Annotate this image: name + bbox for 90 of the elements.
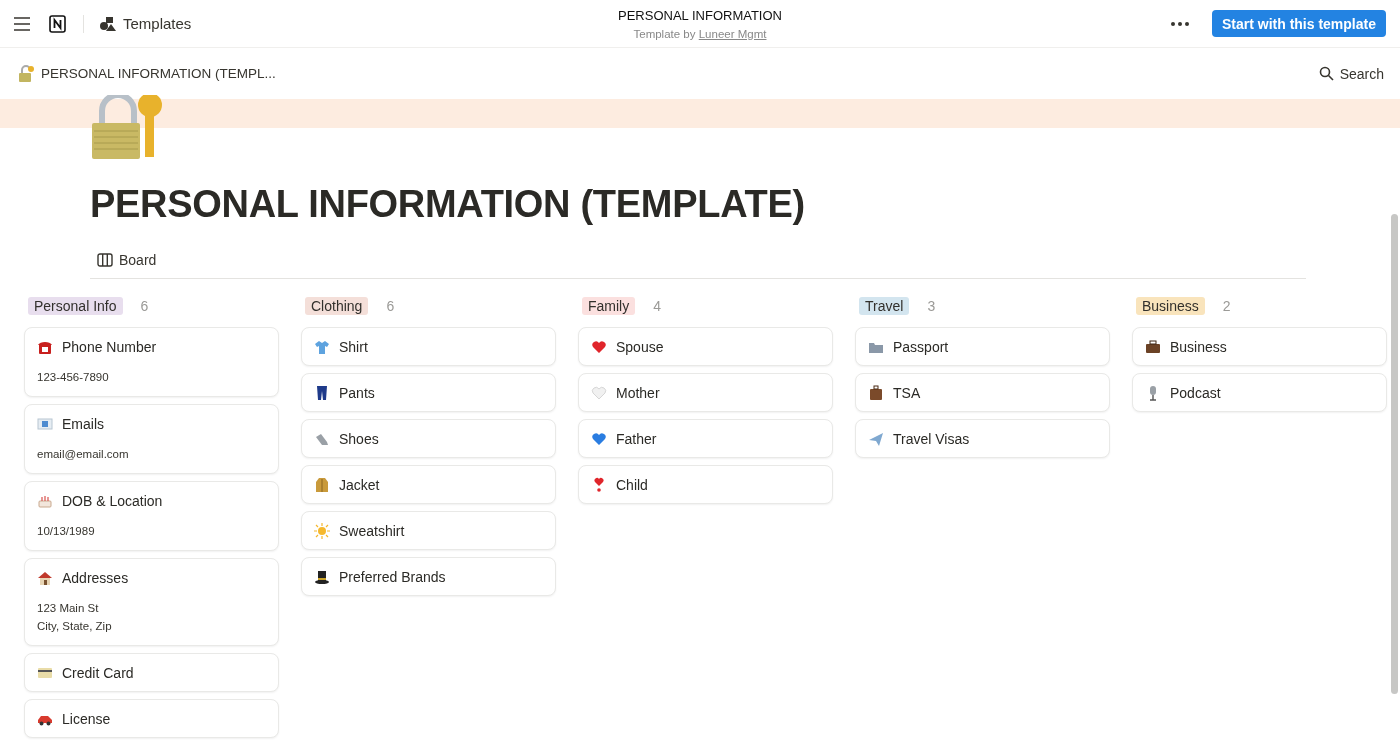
- board-card[interactable]: Spouse: [578, 327, 833, 366]
- card-title: Preferred Brands: [339, 569, 446, 585]
- board-card[interactable]: Child: [578, 465, 833, 504]
- envelope-icon: [37, 416, 53, 432]
- card-title: Phone Number: [62, 339, 157, 355]
- card-title: Father: [616, 431, 657, 447]
- credit-card-icon: [37, 665, 53, 681]
- card-title: Shirt: [339, 339, 368, 355]
- board-icon: [97, 253, 113, 267]
- suitcase-icon: [868, 385, 884, 401]
- card-title: Shoes: [339, 431, 379, 447]
- author-link[interactable]: Luneer Mgmt: [698, 28, 767, 40]
- briefcase-icon: [1145, 339, 1161, 355]
- card-title: Pants: [339, 385, 375, 401]
- start-template-button[interactable]: Start with this template: [1211, 10, 1386, 37]
- card-property: 123-456-7890: [37, 370, 110, 385]
- card-title: Travel Visas: [893, 431, 970, 447]
- board-card[interactable]: Passport: [855, 327, 1110, 366]
- card-title: Addresses: [62, 570, 129, 586]
- shapes-icon: [99, 15, 117, 32]
- group-count: 3: [927, 298, 936, 314]
- board-card[interactable]: Emails email@email.com: [24, 404, 279, 474]
- group-tag: Travel: [859, 297, 910, 315]
- card-title: Sweatshirt: [339, 523, 405, 539]
- shirt-icon: [314, 339, 330, 355]
- board-card[interactable]: Sweatshirt: [301, 511, 556, 550]
- group-tag: Clothing: [305, 297, 369, 315]
- search-button[interactable]: Search: [1318, 65, 1384, 82]
- card-title: Podcast: [1170, 385, 1221, 401]
- board-card[interactable]: Mother: [578, 373, 833, 412]
- search-icon: [1318, 66, 1334, 81]
- card-title: Mother: [616, 385, 660, 401]
- board-card[interactable]: License: [24, 699, 279, 738]
- trousers-icon: [314, 385, 330, 401]
- group-count: 6: [140, 298, 149, 314]
- logo-icon[interactable]: [48, 13, 68, 34]
- board-card[interactable]: DOB & Location 10/13/1989: [24, 481, 279, 551]
- board-card[interactable]: Pants: [301, 373, 556, 412]
- card-property: email@email.com: [37, 447, 130, 462]
- heart-exclamation-icon: [591, 477, 607, 493]
- card-title: TSA: [893, 385, 921, 401]
- coat-icon: [314, 477, 330, 493]
- board-card[interactable]: Shirt: [301, 327, 556, 366]
- card-title: Spouse: [616, 339, 664, 355]
- card-property: 123 Main St: [37, 601, 100, 616]
- card-property: 10/13/1989: [37, 524, 96, 539]
- board-card[interactable]: TSA: [855, 373, 1110, 412]
- board-card[interactable]: Podcast: [1132, 373, 1387, 412]
- breadcrumb-page[interactable]: PERSONAL INFORMATION (TEMPL...: [41, 66, 276, 81]
- board-card[interactable]: Shoes: [301, 419, 556, 458]
- cake-icon: [37, 493, 53, 509]
- card-title: Emails: [62, 416, 104, 432]
- group-tag: Personal Info: [28, 297, 123, 315]
- card-title: Business: [1170, 339, 1227, 355]
- lock-icon: [17, 64, 35, 83]
- app-title[interactable]: Templates: [123, 15, 192, 32]
- sun-icon: [314, 523, 330, 539]
- card-title: Child: [616, 477, 648, 493]
- board-card[interactable]: Credit Card: [24, 653, 279, 692]
- card-title: Credit Card: [62, 665, 134, 681]
- top-hat-icon: [314, 569, 330, 585]
- group-count: 6: [386, 298, 395, 314]
- board-card[interactable]: Preferred Brands: [301, 557, 556, 596]
- group-tag: Business: [1136, 297, 1205, 315]
- menu-icon[interactable]: [13, 16, 31, 31]
- heart-icon: [591, 431, 607, 447]
- more-icon[interactable]: [1169, 20, 1190, 27]
- card-title: DOB & Location: [62, 493, 163, 509]
- telephone-icon: [37, 339, 53, 355]
- card-property: City, State, Zip: [37, 619, 113, 634]
- board-card[interactable]: Travel Visas: [855, 419, 1110, 458]
- scrollbar[interactable]: [1391, 214, 1398, 694]
- board-card[interactable]: Father: [578, 419, 833, 458]
- card-title: License: [62, 711, 111, 727]
- group-count: 4: [653, 298, 662, 314]
- heart-icon: [591, 339, 607, 355]
- board-card[interactable]: Phone Number 123-456-7890: [24, 327, 279, 397]
- house-icon: [37, 570, 53, 586]
- template-credit: Template by: [633, 28, 696, 40]
- view-tab[interactable]: Board: [90, 252, 164, 268]
- group-count: 2: [1222, 298, 1231, 314]
- board-card[interactable]: Jacket: [301, 465, 556, 504]
- page-title: PERSONAL INFORMATION: [618, 8, 782, 23]
- card-title: Jacket: [339, 477, 380, 493]
- board-card[interactable]: Addresses 123 Main St City, State, Zip: [24, 558, 279, 646]
- page-heading: PERSONAL INFORMATION (TEMPLATE): [90, 183, 806, 226]
- group-tag: Family: [582, 297, 636, 315]
- board-card[interactable]: Business: [1132, 327, 1387, 366]
- card-title: Passport: [893, 339, 949, 355]
- heart-icon: [591, 385, 607, 401]
